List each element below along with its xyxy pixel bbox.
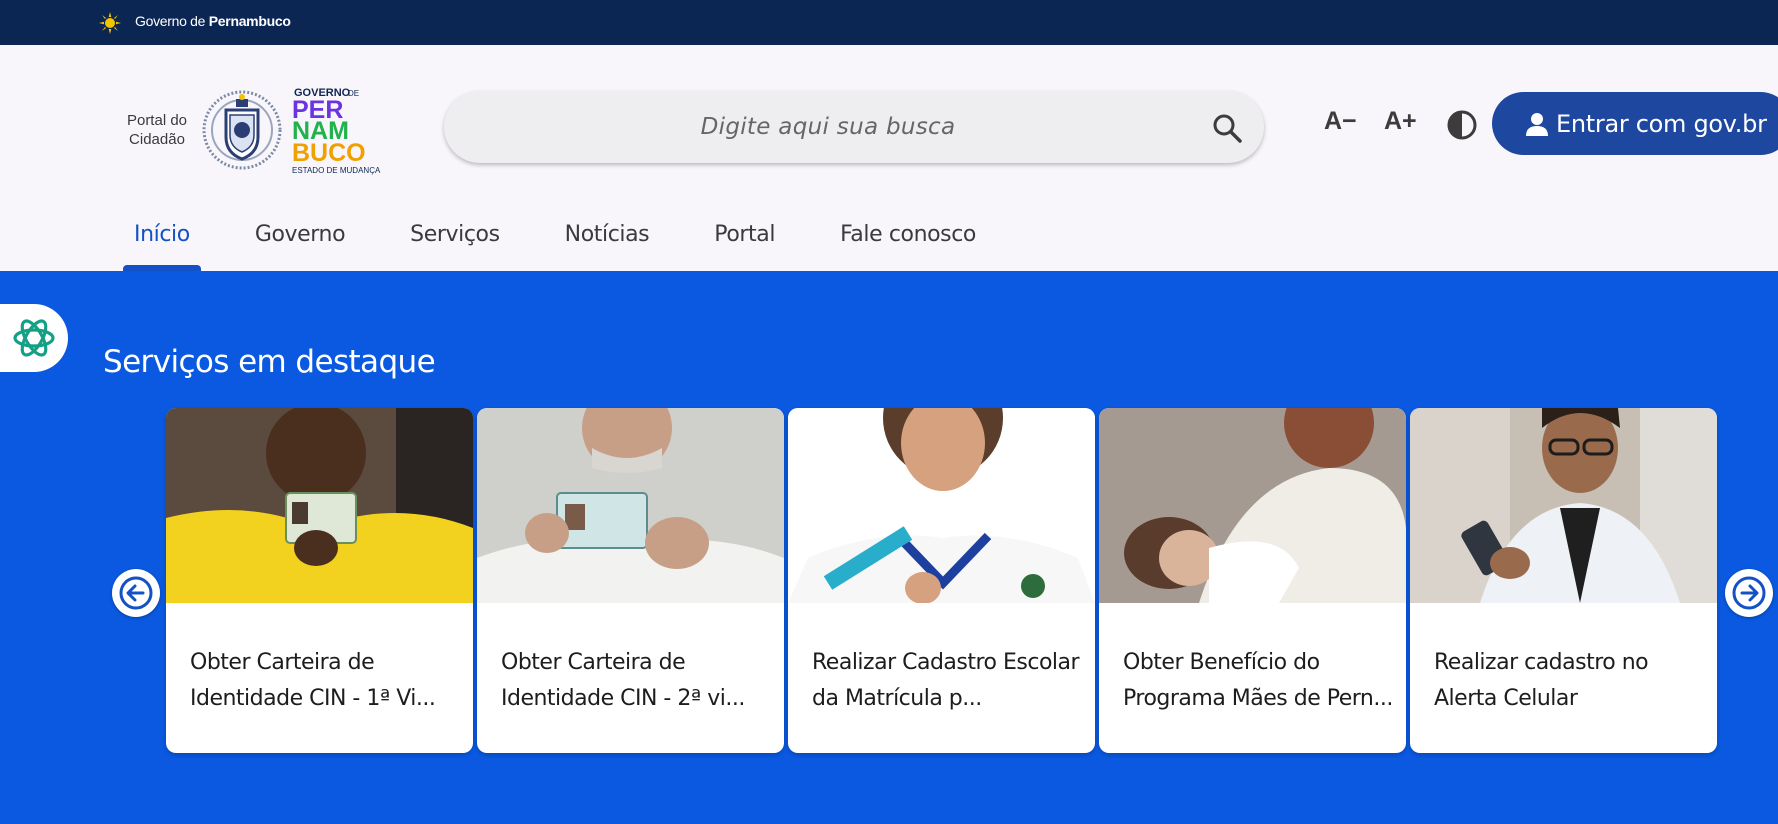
sun-icon bbox=[99, 12, 121, 34]
user-icon bbox=[1526, 112, 1548, 136]
card-title: Realizar cadastro no Alerta Celular bbox=[1434, 650, 1649, 711]
assistant-knot-icon bbox=[13, 319, 55, 357]
portal-label[interactable]: Portal do Cidadão bbox=[112, 111, 202, 149]
gov-top-bar: Governo de Pernambuco bbox=[0, 0, 1778, 45]
logo-tagline: ESTADO DE MUDANÇA bbox=[292, 166, 381, 175]
gov-bar-prefix: Governo de bbox=[135, 13, 206, 29]
service-card[interactable]: Obter Benefício do Programa Mães de Pern… bbox=[1099, 408, 1406, 753]
nav-item-noticias[interactable]: Notícias bbox=[554, 220, 661, 271]
carousel-next-button[interactable] bbox=[1725, 569, 1773, 617]
contrast-icon[interactable] bbox=[1446, 109, 1478, 141]
arrow-left-icon bbox=[119, 576, 153, 610]
logo-top-small: DE bbox=[348, 89, 359, 98]
search-bar bbox=[444, 91, 1264, 163]
portal-label-line1: Portal do bbox=[126, 112, 188, 129]
search-input[interactable] bbox=[468, 91, 1188, 163]
service-card[interactable]: Obter Carteira de Identidade CIN - 1ª Vi… bbox=[166, 408, 473, 753]
font-increase-button[interactable]: A+ bbox=[1384, 107, 1417, 136]
login-govbr-button[interactable]: Entrar com gov.br bbox=[1492, 92, 1778, 155]
coat-of-arms-logo[interactable] bbox=[199, 85, 285, 175]
font-decrease-button[interactable]: A− bbox=[1324, 107, 1357, 136]
gov-bar-state: Pernambuco bbox=[208, 13, 291, 29]
nav-item-portal[interactable]: Portal bbox=[703, 220, 786, 271]
main-nav: Início Governo Serviços Notícias Portal … bbox=[123, 220, 1030, 271]
login-label: Entrar com gov.br bbox=[1556, 109, 1767, 138]
search-icon[interactable] bbox=[1210, 111, 1244, 145]
card-title: Obter Carteira de Identidade CIN - 2ª vi… bbox=[501, 650, 745, 711]
nav-item-servicos[interactable]: Serviços bbox=[399, 220, 511, 271]
card-title: Realizar Cadastro Escolar da Matrícula p… bbox=[812, 650, 1080, 711]
service-card[interactable]: Obter Carteira de Identidade CIN - 2ª vi… bbox=[477, 408, 784, 753]
card-photo-student bbox=[788, 408, 1095, 603]
section-title: Serviços em destaque bbox=[103, 344, 436, 380]
card-photo-man-id bbox=[477, 408, 784, 603]
arrow-right-icon bbox=[1732, 576, 1766, 610]
card-photo-man-phone bbox=[1410, 408, 1717, 603]
pernambuco-logo[interactable]: GOVERNO DE PER NAM BUCO ESTADO DE MUDANÇ… bbox=[288, 85, 400, 177]
service-card[interactable]: Realizar Cadastro Escolar da Matrícula p… bbox=[788, 408, 1095, 753]
logo-line3: BUCO bbox=[292, 139, 366, 167]
nav-item-fale-conosco[interactable]: Fale conosco bbox=[829, 220, 987, 271]
ai-assistant-button[interactable] bbox=[0, 304, 68, 372]
card-photo-woman-id bbox=[166, 408, 473, 603]
gov-bar-link[interactable]: Governo de Pernambuco bbox=[135, 13, 291, 29]
portal-label-line2: Cidadão bbox=[129, 131, 185, 148]
carousel-prev-button[interactable] bbox=[112, 569, 160, 617]
nav-item-inicio[interactable]: Início bbox=[123, 220, 201, 271]
service-card[interactable]: Realizar cadastro no Alerta Celular bbox=[1410, 408, 1717, 753]
card-title: Obter Benefício do Programa Mães de Pern… bbox=[1123, 650, 1393, 711]
services-carousel: Obter Carteira de Identidade CIN - 1ª Vi… bbox=[166, 408, 1718, 753]
nav-item-governo[interactable]: Governo bbox=[244, 220, 356, 271]
card-title: Obter Carteira de Identidade CIN - 1ª Vi… bbox=[190, 650, 436, 711]
card-photo-mother-baby bbox=[1099, 408, 1406, 603]
site-header: Portal do Cidadão GOVERNO DE PER NAM BUC… bbox=[0, 45, 1778, 271]
